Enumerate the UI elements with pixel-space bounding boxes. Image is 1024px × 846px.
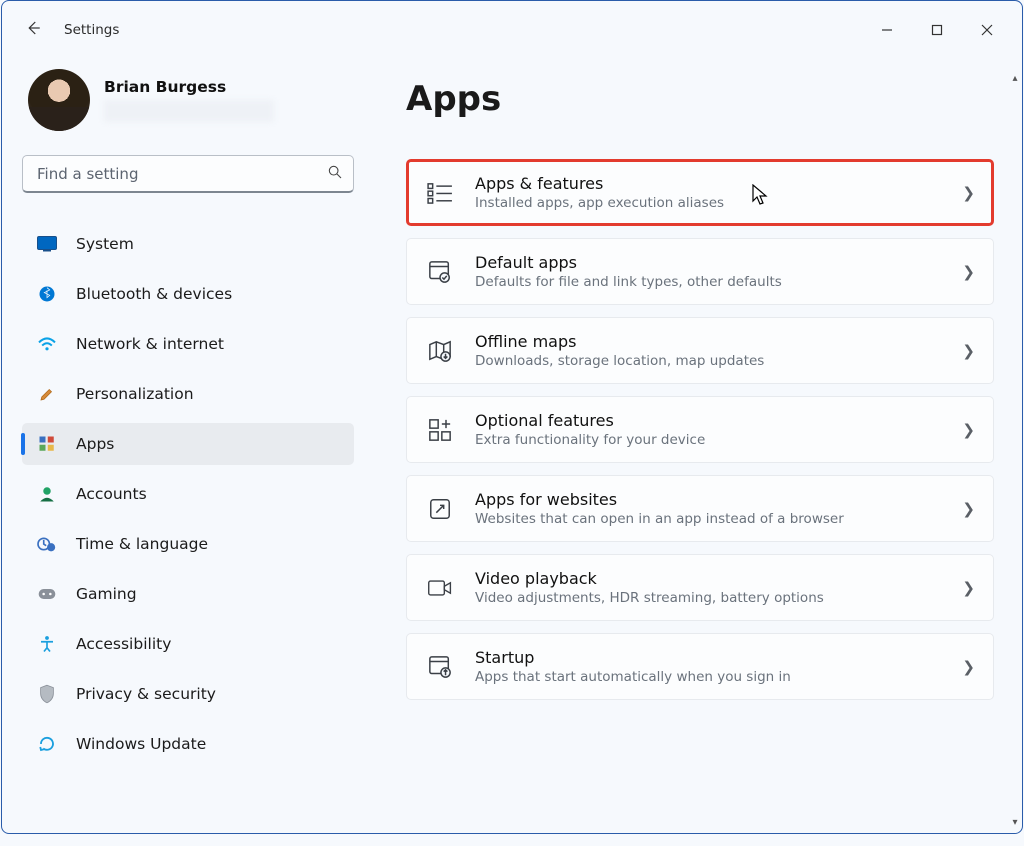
minimize-button[interactable] (862, 12, 912, 48)
sidebar-item-label: Apps (76, 435, 114, 453)
sidebar: Brian Burgess System Bluetooth & devices (2, 51, 362, 833)
card-offline-maps[interactable]: Offline maps Downloads, storage location… (406, 317, 994, 384)
sidebar-item-accessibility[interactable]: Accessibility (22, 623, 354, 665)
chevron-right-icon: ❯ (962, 263, 975, 281)
back-button[interactable] (24, 19, 42, 42)
card-title: Apps & features (475, 174, 962, 193)
page-title: Apps (406, 79, 994, 119)
close-button[interactable] (962, 12, 1012, 48)
chevron-right-icon: ❯ (962, 579, 975, 597)
scroll-up-icon[interactable]: ▴ (1008, 71, 1022, 85)
person-icon (36, 483, 58, 505)
sidebar-item-label: Network & internet (76, 335, 224, 353)
card-title: Optional features (475, 411, 962, 430)
card-subtitle: Defaults for file and link types, other … (475, 274, 962, 290)
card-title: Startup (475, 648, 962, 667)
card-subtitle: Extra functionality for your device (475, 432, 962, 448)
sidebar-item-label: Gaming (76, 585, 137, 603)
window-controls (862, 12, 1012, 48)
sidebar-item-label: Accounts (76, 485, 147, 503)
card-subtitle: Apps that start automatically when you s… (475, 669, 962, 685)
sidebar-item-label: Privacy & security (76, 685, 216, 703)
card-subtitle: Websites that can open in an app instead… (475, 511, 962, 527)
sidebar-item-label: Bluetooth & devices (76, 285, 232, 303)
card-title: Offline maps (475, 332, 962, 351)
card-title: Default apps (475, 253, 962, 272)
sidebar-item-windows-update[interactable]: Windows Update (22, 723, 354, 765)
chevron-right-icon: ❯ (962, 500, 975, 518)
sidebar-item-time-language[interactable]: Time & language (22, 523, 354, 565)
card-optional-features[interactable]: Optional features Extra functionality fo… (406, 396, 994, 463)
sidebar-item-network[interactable]: Network & internet (22, 323, 354, 365)
sidebar-item-accounts[interactable]: Accounts (22, 473, 354, 515)
startup-icon (425, 652, 455, 682)
add-squares-icon (425, 415, 455, 445)
default-apps-icon (425, 257, 455, 287)
maximize-button[interactable] (912, 12, 962, 48)
chevron-right-icon: ❯ (962, 658, 975, 676)
sidebar-item-privacy[interactable]: Privacy & security (22, 673, 354, 715)
sidebar-nav: System Bluetooth & devices Network & int… (22, 219, 354, 769)
accessibility-icon (36, 633, 58, 655)
card-default-apps[interactable]: Default apps Defaults for file and link … (406, 238, 994, 305)
sidebar-item-personalization[interactable]: Personalization (22, 373, 354, 415)
gamepad-icon (36, 583, 58, 605)
sidebar-item-label: Accessibility (76, 635, 171, 653)
card-video-playback[interactable]: Video playback Video adjustments, HDR st… (406, 554, 994, 621)
open-in-app-icon (425, 494, 455, 524)
shield-icon (36, 683, 58, 705)
vertical-scrollbar[interactable]: ▴ ▾ (1008, 71, 1022, 829)
sidebar-item-label: System (76, 235, 134, 253)
clock-globe-icon (36, 533, 58, 555)
sidebar-item-system[interactable]: System (22, 223, 354, 265)
video-icon (425, 573, 455, 603)
sidebar-item-bluetooth[interactable]: Bluetooth & devices (22, 273, 354, 315)
card-title: Apps for websites (475, 490, 962, 509)
titlebar: Settings (2, 1, 1022, 51)
card-subtitle: Installed apps, app execution aliases (475, 195, 962, 211)
card-apps-and-features[interactable]: Apps & features Installed apps, app exec… (406, 159, 994, 226)
sidebar-item-label: Windows Update (76, 735, 206, 753)
user-name: Brian Burgess (104, 78, 274, 96)
search-icon (327, 164, 343, 184)
update-icon (36, 733, 58, 755)
card-apps-for-websites[interactable]: Apps for websites Websites that can open… (406, 475, 994, 542)
brush-icon (36, 383, 58, 405)
card-startup[interactable]: Startup Apps that start automatically wh… (406, 633, 994, 700)
map-icon (425, 336, 455, 366)
apps-list-icon (425, 178, 455, 208)
main-content: Apps Apps & features Installed apps, app… (362, 51, 1022, 833)
card-title: Video playback (475, 569, 962, 588)
sidebar-item-label: Personalization (76, 385, 194, 403)
card-subtitle: Downloads, storage location, map updates (475, 353, 962, 369)
bluetooth-icon (36, 283, 58, 305)
profile-block[interactable]: Brian Burgess (22, 69, 354, 131)
chevron-right-icon: ❯ (962, 421, 975, 439)
monitor-icon (36, 233, 58, 255)
wifi-icon (36, 333, 58, 355)
search-box[interactable] (22, 155, 354, 193)
sidebar-item-apps[interactable]: Apps (22, 423, 354, 465)
settings-cards: Apps & features Installed apps, app exec… (406, 159, 994, 700)
app-title: Settings (64, 22, 119, 38)
search-input[interactable] (35, 164, 327, 184)
sidebar-item-gaming[interactable]: Gaming (22, 573, 354, 615)
user-email (104, 100, 274, 122)
chevron-right-icon: ❯ (962, 342, 975, 360)
sidebar-item-label: Time & language (76, 535, 208, 553)
avatar (28, 69, 90, 131)
chevron-right-icon: ❯ (962, 184, 975, 202)
scroll-down-icon[interactable]: ▾ (1008, 815, 1022, 829)
apps-icon (36, 433, 58, 455)
card-subtitle: Video adjustments, HDR streaming, batter… (475, 590, 962, 606)
